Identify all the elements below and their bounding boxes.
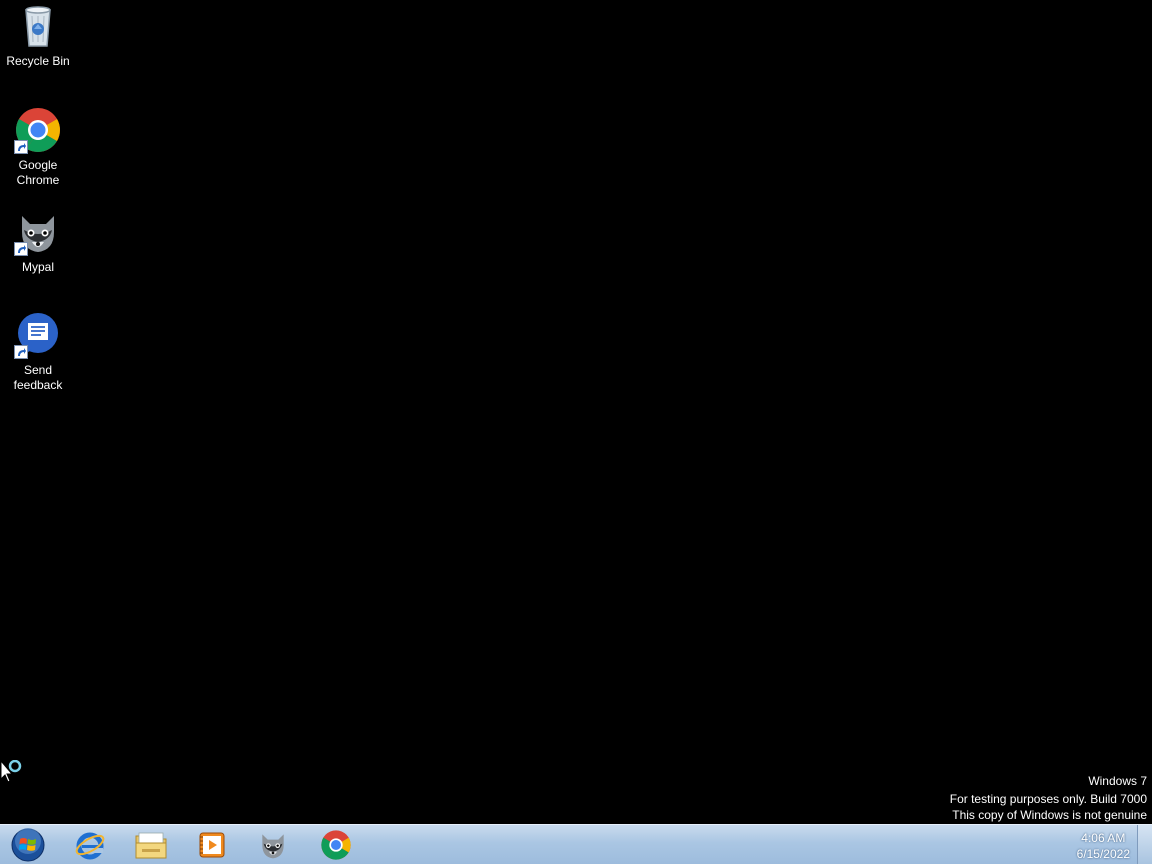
desktop-icon-recycle-bin[interactable]: Recycle Bin [0, 2, 76, 69]
mypal-raccoon-icon [14, 208, 62, 256]
desktop-icon-label: Send feedback [13, 363, 63, 392]
folder-icon [135, 832, 167, 859]
watermark-build-info: For testing purposes only. Build 7000 [949, 792, 1147, 806]
windows-orb-icon [11, 828, 45, 862]
recycle-bin-icon [14, 2, 62, 50]
taskbar: 4:06 AM 6/15/2022 [0, 824, 1152, 864]
desktop[interactable]: Recycle Bin Google Chrome Mypal Send fee… [0, 0, 1152, 824]
taskbar-media-player-button[interactable] [184, 827, 240, 863]
internet-explorer-icon [75, 832, 105, 860]
desktop-icon-send-feedback[interactable]: Send feedback [0, 311, 76, 393]
busy-cursor-icon [0, 759, 28, 788]
media-player-icon [199, 832, 225, 858]
desktop-icon-label: Recycle Bin [6, 54, 70, 68]
taskbar-internet-explorer-button[interactable] [62, 827, 118, 863]
shortcut-arrow-icon [14, 242, 28, 256]
chrome-icon [14, 106, 62, 154]
clock-time: 4:06 AM [1081, 831, 1126, 845]
shortcut-arrow-icon [14, 140, 28, 154]
show-desktop-button[interactable] [1137, 825, 1152, 864]
taskbar-clock[interactable]: 4:06 AM 6/15/2022 [1077, 830, 1130, 862]
desktop-icon-label: Google Chrome [16, 158, 60, 187]
watermark-genuine-notice: This copy of Windows is not genuine [952, 808, 1147, 822]
chrome-icon [321, 830, 351, 860]
mypal-raccoon-icon [262, 834, 284, 859]
shortcut-arrow-icon [14, 345, 28, 359]
desktop-icon-mypal[interactable]: Mypal [0, 208, 76, 275]
watermark-windows-version: Windows 7 [1088, 774, 1147, 788]
clock-date: 6/15/2022 [1076, 847, 1130, 861]
desktop-icon-label: Mypal [21, 260, 54, 274]
taskbar-mypal-button[interactable] [245, 827, 301, 863]
start-button[interactable] [0, 827, 56, 863]
feedback-icon [14, 311, 62, 359]
desktop-icon-google-chrome[interactable]: Google Chrome [0, 106, 76, 188]
taskbar-file-explorer-button[interactable] [123, 827, 179, 863]
taskbar-chrome-button[interactable] [308, 827, 364, 863]
